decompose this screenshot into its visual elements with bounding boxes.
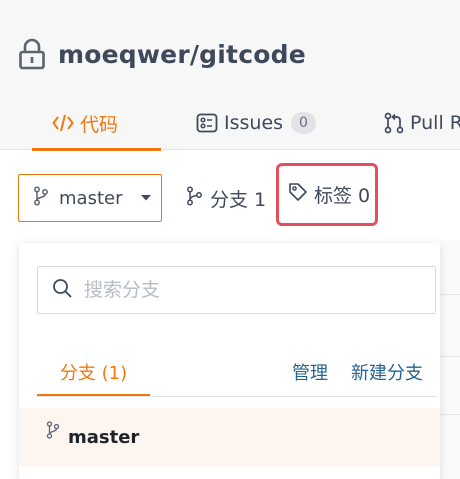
lock-icon	[18, 37, 48, 71]
branches-link-label: 分支 1	[210, 188, 267, 211]
branch-icon	[33, 186, 49, 211]
tab-code-label: 代码	[80, 113, 119, 136]
divider	[440, 294, 460, 295]
branch-search-input[interactable]	[84, 279, 404, 301]
repo-name[interactable]: moeqwer/gitcode	[58, 40, 306, 69]
divider	[440, 414, 460, 415]
branch-select[interactable]: master	[18, 174, 162, 222]
repo-header: moeqwer/gitcode 代码 Issues 0 Pull R	[0, 0, 460, 151]
branch-select-value: master	[59, 187, 123, 209]
tab-branches-label: 分支 (1)	[59, 363, 128, 384]
branch-list-item-name: master	[68, 426, 140, 448]
branch-list-item[interactable]: master	[19, 408, 440, 466]
tag-icon	[288, 182, 308, 207]
tab-code[interactable]: 代码	[32, 96, 161, 151]
tab-branches[interactable]: 分支 (1)	[37, 347, 150, 397]
branch-search-box[interactable]	[37, 266, 436, 314]
tags-link[interactable]: 标签 0	[276, 163, 378, 226]
tab-pull-requests-label: Pull R	[410, 112, 460, 134]
new-branch-link[interactable]: 新建分支	[351, 347, 423, 397]
caret-down-icon	[140, 194, 152, 202]
branch-icon	[46, 420, 60, 444]
divider	[440, 356, 460, 357]
tab-issues[interactable]: Issues 0	[196, 96, 316, 150]
branches-link[interactable]: 分支 1	[186, 174, 266, 222]
repo-tabs: 代码 Issues 0 Pull R	[0, 96, 460, 151]
search-icon	[52, 278, 72, 302]
pull-request-icon	[384, 112, 404, 134]
branch-toolbar: master 分支 1 标签 0	[0, 163, 460, 226]
branch-dropdown: 分支 (1) 管理 新建分支 master	[19, 243, 440, 479]
tab-issues-label: Issues	[224, 112, 284, 134]
issues-count-badge: 0	[291, 112, 316, 134]
repo-title: moeqwer/gitcode	[18, 36, 306, 72]
issues-icon	[196, 113, 218, 133]
file-list-edge	[440, 240, 460, 479]
branch-icon	[186, 186, 204, 211]
tags-link-label: 标签 0	[314, 185, 371, 207]
manage-branches-link[interactable]: 管理	[292, 347, 328, 397]
tab-pull-requests[interactable]: Pull R	[384, 96, 460, 150]
code-icon	[52, 113, 74, 133]
